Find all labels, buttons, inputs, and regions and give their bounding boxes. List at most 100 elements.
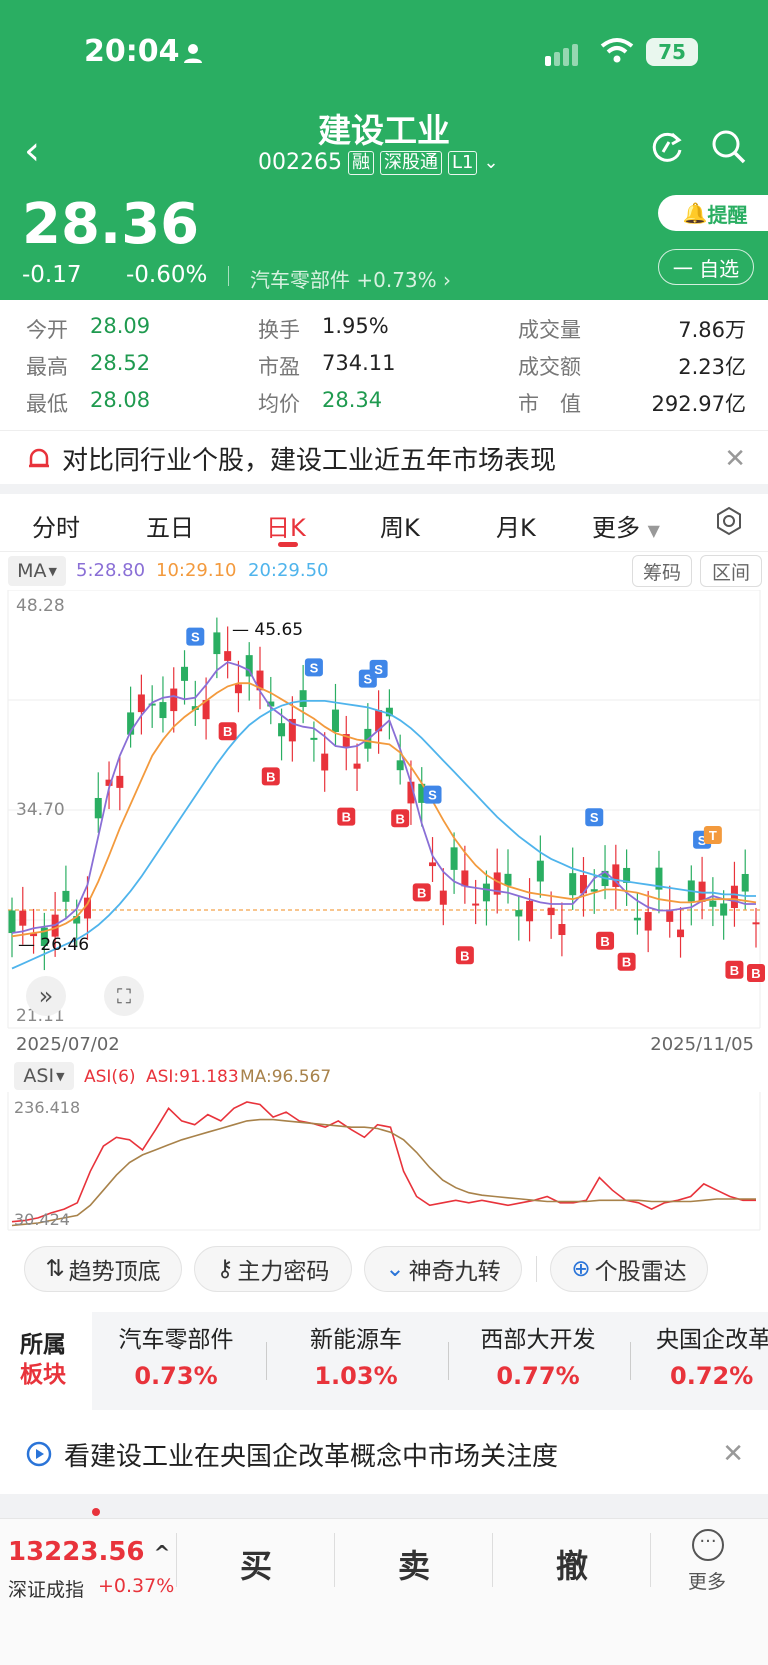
banner-text: 对比同行业个股，建设工业近五年市场表现 bbox=[62, 446, 557, 476]
index-change: +0.37% bbox=[98, 1575, 175, 1597]
candle-body bbox=[515, 910, 523, 917]
range-button[interactable]: 区间 bbox=[700, 555, 762, 587]
trend-top-bottom-button[interactable]: ⇅ 趋势顶底 bbox=[24, 1246, 182, 1292]
tab-five-day[interactable]: 五日 bbox=[146, 508, 194, 543]
chart-tabs: 分时 五日 日K 周K 月K 更多 ▼ bbox=[0, 494, 768, 552]
sell-button[interactable]: 卖 bbox=[398, 1541, 430, 1587]
fullscreen-icon[interactable]: ⛶ bbox=[104, 976, 144, 1016]
tab-more[interactable]: 更多 ▼ bbox=[592, 508, 660, 543]
candle-body bbox=[730, 885, 738, 909]
y-label-top: 48.28 bbox=[16, 596, 65, 616]
date-start: 2025/07/02 bbox=[16, 1034, 120, 1055]
triangle-down-icon: ▼ bbox=[48, 564, 57, 578]
candle-body bbox=[504, 873, 512, 886]
asi-chart[interactable] bbox=[0, 1092, 768, 1236]
refresh-icon[interactable] bbox=[648, 128, 686, 166]
expand-icon[interactable]: » bbox=[26, 976, 66, 1016]
turnover-value: 1.95% bbox=[322, 314, 389, 338]
compare-banner[interactable]: 对比同行业个股，建设工业近五年市场表现 ✕ bbox=[0, 430, 768, 486]
open-value: 28.09 bbox=[90, 314, 151, 338]
sector-item[interactable]: 西部大开发 0.77% bbox=[474, 1320, 602, 1390]
index-value[interactable]: 13223.56 ^ bbox=[8, 1537, 170, 1567]
asi-top-label: 236.418 bbox=[14, 1098, 81, 1117]
divider bbox=[0, 1494, 768, 1518]
stock-code-line[interactable]: 002265 融 深股通 L1 ⌄ bbox=[258, 150, 499, 175]
close-icon[interactable]: ✕ bbox=[722, 1439, 744, 1469]
candle-body bbox=[321, 753, 329, 771]
candle-body bbox=[558, 924, 566, 936]
divider bbox=[492, 1533, 493, 1587]
person-icon bbox=[184, 44, 202, 63]
high-value: 28.52 bbox=[90, 351, 151, 375]
ma-line-ma5 bbox=[11, 661, 756, 934]
divider bbox=[176, 1533, 177, 1587]
divider bbox=[448, 1342, 449, 1380]
candle-body bbox=[526, 900, 534, 922]
sector-item[interactable]: 央国企改革 0.72% bbox=[656, 1320, 768, 1390]
divider bbox=[266, 1342, 267, 1380]
date-end: 2025/11/05 bbox=[650, 1034, 754, 1055]
divider bbox=[228, 266, 229, 286]
candle-body bbox=[429, 862, 437, 867]
tag-connect: 深股通 bbox=[379, 150, 442, 175]
sector-item[interactable]: 汽车零部件 0.73% bbox=[112, 1320, 240, 1390]
tab-daily-k[interactable]: 日K bbox=[266, 508, 306, 543]
candle-body bbox=[536, 860, 544, 882]
chip-distribution-button[interactable]: 筹码 bbox=[632, 555, 692, 587]
sector-link[interactable]: 汽车零部件 +0.73% › bbox=[250, 264, 451, 293]
signal-letter: S bbox=[191, 630, 200, 645]
sector-item[interactable]: 新能源车 1.03% bbox=[296, 1320, 416, 1390]
asi-name: ASI(6) bbox=[84, 1067, 136, 1087]
concept-banner[interactable]: 看建设工业在央国企改革概念中市场关注度 ✕ bbox=[0, 1424, 768, 1484]
candle-body bbox=[396, 760, 404, 771]
candle-body bbox=[62, 890, 70, 902]
search-icon[interactable] bbox=[710, 128, 748, 166]
more-icon[interactable]: ··· bbox=[692, 1529, 724, 1561]
tab-intraday[interactable]: 分时 bbox=[32, 508, 80, 543]
low-label: 最低 bbox=[26, 392, 68, 416]
mcap-label: 市 值 bbox=[518, 392, 581, 416]
signal-letter: B bbox=[600, 934, 609, 949]
settings-icon[interactable] bbox=[714, 506, 744, 536]
tab-monthly-k[interactable]: 月K bbox=[496, 508, 536, 543]
index-name: 深证成指 bbox=[8, 1579, 85, 1601]
add-favorite-button[interactable]: 一 自选 bbox=[658, 249, 754, 285]
high-label: 最高 bbox=[26, 355, 68, 379]
stock-radar-button[interactable]: ⊕ 个股雷达 bbox=[550, 1246, 708, 1292]
ma-selector[interactable]: MA ▼ bbox=[8, 556, 66, 586]
asi-line bbox=[11, 1101, 756, 1223]
status-time: 20:04 bbox=[84, 34, 180, 69]
remind-button[interactable]: 🔔 提醒 bbox=[658, 195, 768, 231]
candle-body bbox=[310, 737, 318, 740]
candle-body bbox=[213, 632, 221, 655]
magic-nine-button[interactable]: ⌄ 神奇九转 bbox=[364, 1246, 522, 1292]
main-force-code-button[interactable]: ⚷ 主力密码 bbox=[194, 1246, 352, 1292]
stock-header: 20:04 75 ‹ 建设工业 002265 融 深股通 L1 ⌄ 28.36 … bbox=[0, 0, 768, 300]
low-value: 28.08 bbox=[90, 388, 151, 412]
price-change: -0.17 bbox=[22, 262, 82, 288]
candle-body bbox=[482, 883, 490, 902]
current-price: 28.36 bbox=[22, 192, 200, 257]
candle-body bbox=[644, 912, 652, 931]
amount-value: 2.23亿 bbox=[678, 355, 746, 379]
indicator-selector[interactable]: ASI ▼ bbox=[14, 1062, 74, 1090]
cancel-order-button[interactable]: 撤 bbox=[556, 1541, 588, 1587]
candle-body bbox=[677, 929, 685, 938]
bell-icon bbox=[29, 448, 49, 467]
buy-button[interactable]: 买 bbox=[240, 1541, 272, 1587]
triangle-down-icon: ▼ bbox=[647, 521, 660, 540]
signal-letter: B bbox=[395, 811, 404, 826]
price-change-pct: -0.60% bbox=[126, 262, 208, 288]
close-icon[interactable]: ✕ bbox=[724, 444, 746, 474]
stock-code: 002265 bbox=[258, 150, 342, 175]
tab-weekly-k[interactable]: 周K bbox=[380, 508, 420, 543]
candle-body bbox=[450, 847, 458, 870]
signal-letter: B bbox=[730, 963, 739, 978]
kline-chart[interactable]: SBBSBSSBBSBSBBS TB B bbox=[0, 590, 768, 1030]
open-label: 今开 bbox=[26, 318, 68, 342]
signal-letter: B bbox=[622, 955, 631, 970]
candle-body bbox=[224, 651, 232, 661]
chevron-down-icon[interactable]: ⌄ bbox=[483, 152, 498, 173]
ma5-value: 5:28.80 bbox=[76, 560, 146, 581]
more-label[interactable]: 更多 bbox=[688, 1567, 726, 1594]
